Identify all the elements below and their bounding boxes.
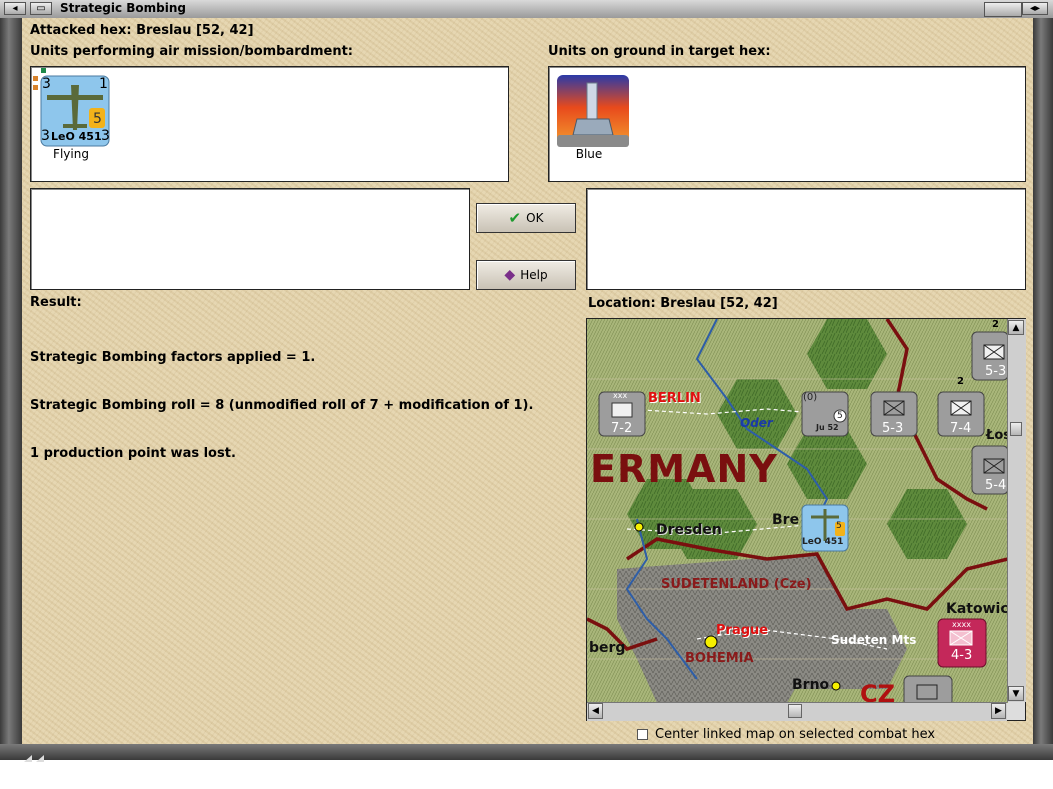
close-button[interactable]: ◂▸ (1022, 2, 1048, 15)
scroll-left-arrow[interactable]: ◀ (588, 703, 603, 719)
map-label-prague: Prague (716, 623, 769, 638)
system-menu-button[interactable]: ◂ (4, 2, 26, 15)
vertical-scroll-thumb[interactable] (1010, 422, 1022, 436)
ground-units-label: Units on ground in target hex: (548, 44, 771, 59)
result-line: Strategic Bombing roll = 8 (unmodified r… (30, 398, 534, 413)
help-book-icon: ◆ (504, 267, 516, 283)
map-label-germany: ERMANY (590, 447, 778, 491)
map-label-sudeten-mts: Sudeten Mts (831, 633, 917, 647)
result-line: 1 production point was lost. (30, 446, 236, 461)
map-label-berg: berg (589, 640, 626, 656)
map-label-berlin: BERLIN (648, 391, 701, 406)
counter-leo-badge: 5 (836, 521, 842, 531)
counter-inf74-value: 7-4 (950, 421, 972, 436)
window-title: Strategic Bombing (60, 1, 186, 15)
counter-polish-size: xxxx (952, 620, 971, 629)
result-line: Strategic Bombing factors applied = 1. (30, 350, 316, 365)
counter-edge54-value: 5-4 (985, 478, 1007, 493)
counter-berlin-size: xxx (613, 391, 628, 400)
counter-ju52-badge: 5 (837, 411, 843, 421)
counter-edge53-value: 5-3 (985, 364, 1007, 379)
map-label-brno: Brno (792, 677, 830, 693)
map-label-oder: Oder (740, 416, 773, 430)
air-unit-top-left: 3 (42, 76, 51, 92)
counter-edge53-stack: 2 (992, 319, 999, 330)
counter-ju52-name: Ju 52 (816, 423, 839, 432)
attacker-detail-panel[interactable] (30, 188, 470, 290)
map-canvas[interactable] (587, 319, 1009, 707)
air-unit-badge: 5 (93, 111, 102, 127)
counter-inf74-stack: 2 (957, 376, 964, 387)
center-map-checkbox[interactable] (637, 729, 648, 740)
map-label-dresden: Dresden (656, 522, 722, 538)
center-map-label: Center linked map on selected combat hex (655, 727, 936, 742)
resize-grip[interactable] (22, 748, 52, 762)
counter-polish-value: 4-3 (951, 648, 973, 663)
counter-berlin-value: 7-2 (611, 421, 633, 436)
air-unit-status: Flying (53, 147, 89, 161)
window-frame-left[interactable] (0, 18, 22, 760)
attacked-hex-label: Attacked hex: Breslau [52, 42] (30, 23, 254, 38)
map-vertical-scrollbar[interactable] (1007, 319, 1026, 702)
help-button[interactable]: ◆ Help (476, 260, 576, 290)
window-menu-icon[interactable]: ▭ (30, 2, 52, 15)
anti-aircraft-gun-icon[interactable] (557, 75, 629, 147)
map-label-sudetenland: SUDETENLAND (Cze) (661, 577, 812, 592)
window-frame-right[interactable] (1033, 18, 1053, 760)
counter-leo-name: LeO 451 (802, 537, 844, 547)
checkmark-icon: ✔ (508, 209, 522, 227)
result-label: Result: (30, 295, 82, 310)
location-label: Location: Breslau [52, 42] (588, 296, 778, 311)
air-unit-top-right: 1 (99, 76, 108, 92)
defender-detail-panel[interactable] (586, 188, 1026, 290)
ground-unit-status: Blue (575, 147, 603, 161)
counter-inf53-value: 5-3 (882, 421, 904, 436)
air-units-label: Units performing air mission/bombardment… (30, 44, 354, 59)
air-unit-name: LeO 451 (51, 130, 102, 143)
scroll-right-arrow[interactable]: ▶ (991, 703, 1006, 719)
window-frame-bottom[interactable] (0, 744, 1053, 760)
map-counter-bottom[interactable] (903, 675, 953, 707)
air-unit-right-value: 3 (101, 128, 110, 144)
ok-button[interactable]: ✔ OK (476, 203, 576, 233)
scroll-down-arrow[interactable]: ▼ (1008, 686, 1024, 701)
map-label-bohemia: BOHEMIA (685, 651, 754, 666)
scroll-up-arrow[interactable]: ▲ (1008, 320, 1024, 335)
map-label-breslau: Bre (772, 512, 800, 528)
horizontal-scroll-thumb[interactable] (788, 704, 802, 718)
air-unit-left-value: 3 (41, 128, 50, 144)
counter-ju52-top: (0) (803, 392, 818, 403)
title-spacer (984, 2, 1022, 17)
map-label-katowice: Katowic (946, 601, 1009, 617)
